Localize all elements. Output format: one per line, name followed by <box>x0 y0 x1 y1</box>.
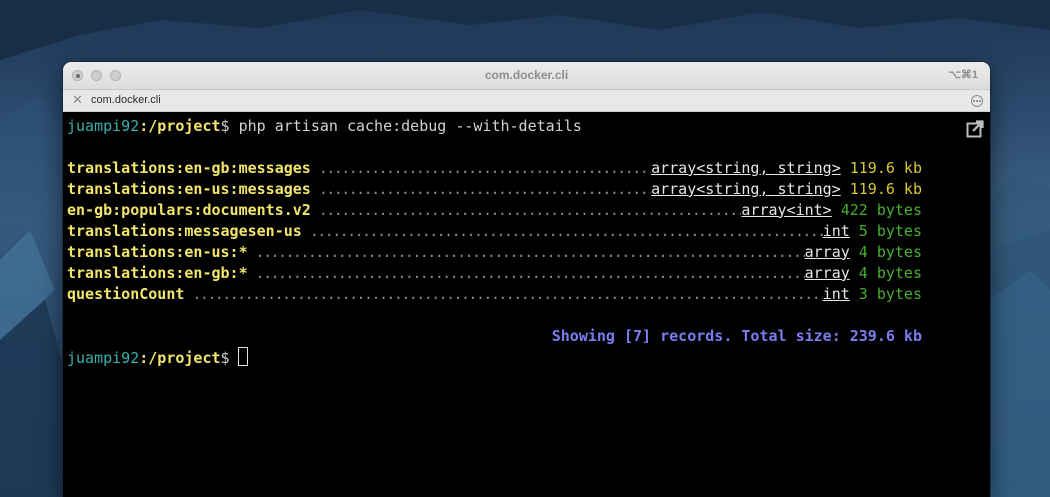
record-key: translations:messagesen-us <box>67 221 302 240</box>
prompt-user: juampi92 <box>67 348 140 367</box>
cache-record-row: translations:en-gb:messages array<string,… <box>67 158 922 179</box>
record-size: 119.6 kb <box>849 179 922 198</box>
record-leader-dots <box>192 284 822 305</box>
cache-record-row: translations:en-gb:* array 4 bytes <box>67 263 922 284</box>
prompt-symbol: $ <box>220 117 230 135</box>
record-type: array<string, string> <box>651 179 841 198</box>
window-shortcut: ⌥⌘1 <box>948 69 978 81</box>
record-size: 119.6 kb <box>849 158 922 177</box>
tab-close-icon[interactable]: ✕ <box>72 93 83 107</box>
record-key: questionCount <box>67 284 185 303</box>
record-leader-dots <box>319 179 651 200</box>
prompt-user: juampi92 <box>67 117 140 135</box>
record-type: int <box>822 284 850 303</box>
prompt-line: juampi92:/project$ <box>67 346 990 368</box>
command-line: juampi92:/project$ php artisan cache:deb… <box>67 116 990 137</box>
record-key: translations:en-gb:messages <box>67 158 311 177</box>
cache-record-row: translations:en-us:messages array<string,… <box>67 179 922 200</box>
terminal-window: com.docker.cli ⌥⌘1 ✕ com.docker.cli juam… <box>63 62 990 497</box>
record-size: 4 bytes <box>858 263 922 282</box>
record-key: translations:en-gb:* <box>67 263 248 282</box>
record-key: en-gb:populars:documents.v2 <box>67 200 311 219</box>
record-leader-dots <box>256 242 805 263</box>
record-type: int <box>822 221 850 240</box>
prompt-path: :/project <box>139 348 221 367</box>
record-type: array <box>804 263 850 282</box>
cache-records: translations:en-gb:messages array<string,… <box>67 158 990 305</box>
record-leader-dots <box>319 158 651 179</box>
cache-record-row: translations:messagesen-us int 5 bytes <box>67 221 922 242</box>
record-size: 4 bytes <box>858 242 922 261</box>
prompt-symbol: $ <box>220 348 230 367</box>
record-leader-dots <box>319 200 742 221</box>
title-bar[interactable]: com.docker.cli ⌥⌘1 <box>63 62 990 90</box>
summary-line: Showing [7] records. Total size: 239.6 k… <box>551 326 922 345</box>
record-leader-dots <box>310 221 823 242</box>
record-type: array <box>804 242 850 261</box>
tab-bar: ✕ com.docker.cli <box>63 90 990 112</box>
record-leader-dots <box>256 263 805 284</box>
command-text: php artisan cache:debug --with-details <box>229 117 582 135</box>
cache-record-row: en-gb:populars:documents.v2 array<int> 422… <box>67 200 922 221</box>
record-size: 5 bytes <box>858 221 922 240</box>
popout-icon[interactable] <box>966 120 984 138</box>
prompt-path: :/project <box>139 117 221 135</box>
tab-docker-cli[interactable]: com.docker.cli <box>91 94 161 106</box>
cache-record-row: translations:en-us:* array 4 bytes <box>67 242 922 263</box>
record-key: translations:en-us:* <box>67 242 248 261</box>
record-type: array<string, string> <box>651 158 841 177</box>
cache-record-row: questionCount int 3 bytes <box>67 284 922 305</box>
more-icon[interactable] <box>971 95 983 107</box>
record-size: 3 bytes <box>858 284 922 303</box>
terminal-output[interactable]: juampi92:/project$ php artisan cache:deb… <box>63 112 990 497</box>
record-size: 422 bytes <box>840 200 922 219</box>
record-type: array<int> <box>741 200 832 219</box>
window-title: com.docker.cli <box>484 68 569 82</box>
record-key: translations:en-us:messages <box>67 179 311 198</box>
text-cursor[interactable] <box>237 346 248 366</box>
